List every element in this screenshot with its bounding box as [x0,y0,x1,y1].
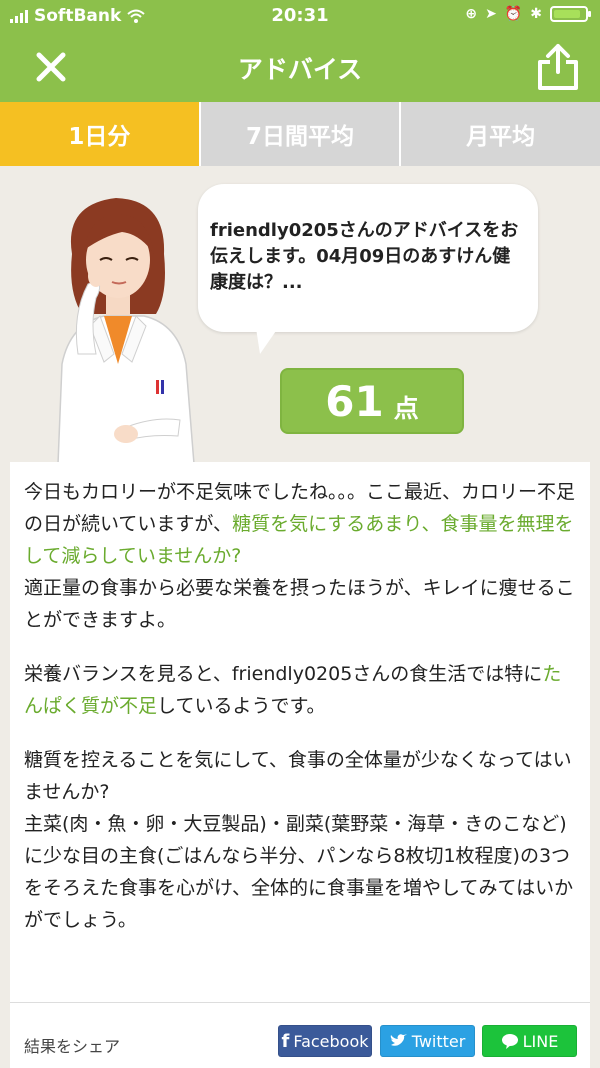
bluetooth-icon: ✱ [530,6,542,22]
advice-panel: 今日もカロリーが不足気味でしたね。。。ここ最近、カロリー不足の日が続いていますが… [10,462,590,1068]
share-icon [538,44,578,90]
share-button[interactable] [534,42,582,92]
advice-paragraph: 栄養バランスを見ると、friendly0205さんの食生活では特にたんぱく質が不… [24,658,576,722]
score-value: 61 [325,376,384,426]
advice-text: しているようです。 [157,695,326,717]
battery-icon [550,6,591,22]
advisor-area: friendly0205さんのアドバイスをお伝えします。04月09日のあすけん健… [0,166,600,464]
nurse-illustration [57,198,195,464]
line-share-button[interactable]: LINE [482,1025,577,1057]
header: SoftBank 20:31 ⊕ ➤ ⏰ ✱ アドバイス [0,0,600,102]
twitter-label: Twitter [411,1031,466,1051]
page-title: アドバイス [237,55,363,84]
facebook-share-button[interactable]: f Facebook [278,1025,372,1057]
facebook-icon: f [281,1030,290,1052]
twitter-share-button[interactable]: Twitter [380,1025,475,1057]
health-score-badge: 61 点 [280,368,464,434]
tab-monthly-average[interactable]: 月平均 [399,102,600,166]
advice-content: 今日もカロリーが不足気味でしたね。。。ここ最近、カロリー不足の日が続いていますが… [24,476,576,958]
line-label: LINE [522,1031,559,1051]
rotation-lock-icon: ⊕ [465,6,478,22]
location-icon: ➤ [485,6,497,22]
advice-text: 栄養バランスを見ると、friendly0205さんの食生活では特に [24,663,543,685]
speech-bubble: friendly0205さんのアドバイスをお伝えします。04月09日のあすけん健… [198,184,538,332]
alarm-icon: ⏰ [504,6,523,22]
facebook-label: Facebook [293,1031,369,1051]
twitter-bird-icon [390,1034,407,1046]
advice-paragraph: 今日もカロリーが不足気味でしたね。。。ここ最近、カロリー不足の日が続いていますが… [24,476,576,636]
speech-bubble-tail [256,328,278,354]
status-bar: SoftBank 20:31 ⊕ ➤ ⏰ ✱ [0,0,600,32]
speech-text: friendly0205さんのアドバイスをお伝えします。04月09日のあすけん健… [210,220,519,293]
line-chat-icon [501,1034,518,1049]
advice-text: 適正量の食事から必要な栄養を摂ったほうが、キレイに痩せることができますよ。 [24,577,575,631]
advice-paragraph: 糖質を控えることを気にして、食事の全体量が少なくなってはいませんか? 主菜(肉・… [24,749,574,931]
score-unit: 点 [393,394,419,423]
share-label: 結果をシェア [24,1037,121,1056]
period-tabs: 1日分 7日間平均 月平均 [0,102,600,166]
share-row: 結果をシェア f Facebook Twitter LINE [10,1002,590,1068]
tab-7day-average[interactable]: 7日間平均 [198,102,400,166]
nav-bar: アドバイス [0,32,600,102]
tab-1day[interactable]: 1日分 [0,102,199,166]
